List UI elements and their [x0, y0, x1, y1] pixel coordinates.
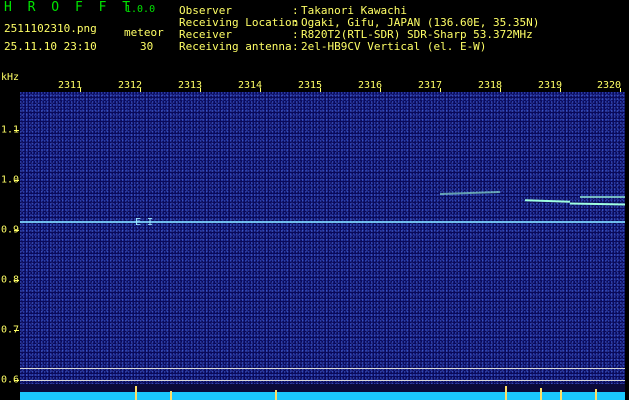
- time-label-2317: 2317: [417, 80, 443, 91]
- meteor-trace: [580, 196, 625, 198]
- meteor-label: meteor: [124, 26, 164, 39]
- khz-unit-label: kHz: [1, 72, 20, 83]
- time-label-2315: 2315: [297, 80, 323, 91]
- separator-line: [20, 368, 625, 369]
- right-border: [625, 80, 629, 400]
- carrier-line: [20, 221, 625, 223]
- freq-tick: [14, 230, 19, 231]
- frequency-axis: 1.1 1.0 0.9 0.8 0.7 0.6: [0, 92, 20, 400]
- freq-tick: [14, 330, 19, 331]
- header-panel: H R O F F T 1.0.0 2511102310.png meteor …: [0, 0, 629, 80]
- meteor-count: 30: [140, 40, 154, 53]
- antenna-label: Receiving antenna: [179, 40, 292, 53]
- signal-spike: [505, 386, 507, 400]
- signal-spike: [275, 390, 277, 400]
- freq-tick: [14, 180, 19, 181]
- app-logo: H R O F F T: [4, 0, 135, 15]
- signal-spike: [170, 391, 172, 400]
- signal-spike: [595, 389, 597, 400]
- separator-line: [20, 380, 625, 381]
- freq-tick: [14, 380, 19, 381]
- antenna-colon: :: [292, 40, 299, 53]
- time-label-2312: 2312: [117, 80, 143, 91]
- time-label-2319: 2319: [537, 80, 563, 91]
- antenna-value: 2el-HB9CV Vertical (el. E-W): [301, 40, 487, 53]
- signal-spike: [560, 390, 562, 400]
- app-version: 1.0.0: [125, 4, 156, 15]
- time-label-2313: 2313: [177, 80, 203, 91]
- signal-level-fill: [20, 392, 625, 400]
- freq-tick: [14, 130, 19, 131]
- signal-marks: E I: [135, 217, 154, 228]
- date-time: 25.11.10 23:10: [4, 40, 97, 53]
- time-label-2311: 2311: [57, 80, 83, 91]
- spectrogram: E I: [20, 92, 625, 384]
- signal-level-strip: [20, 384, 625, 400]
- signal-spike: [540, 388, 542, 400]
- spectrogram-noise: [20, 92, 625, 384]
- time-label-2314: 2314: [237, 80, 263, 91]
- time-label-2316: 2316: [357, 80, 383, 91]
- freq-tick: [14, 280, 19, 281]
- file-name: 2511102310.png: [4, 22, 97, 35]
- signal-spike: [135, 386, 137, 400]
- time-label-2320: 2320: [596, 80, 622, 91]
- time-label-2318: 2318: [477, 80, 503, 91]
